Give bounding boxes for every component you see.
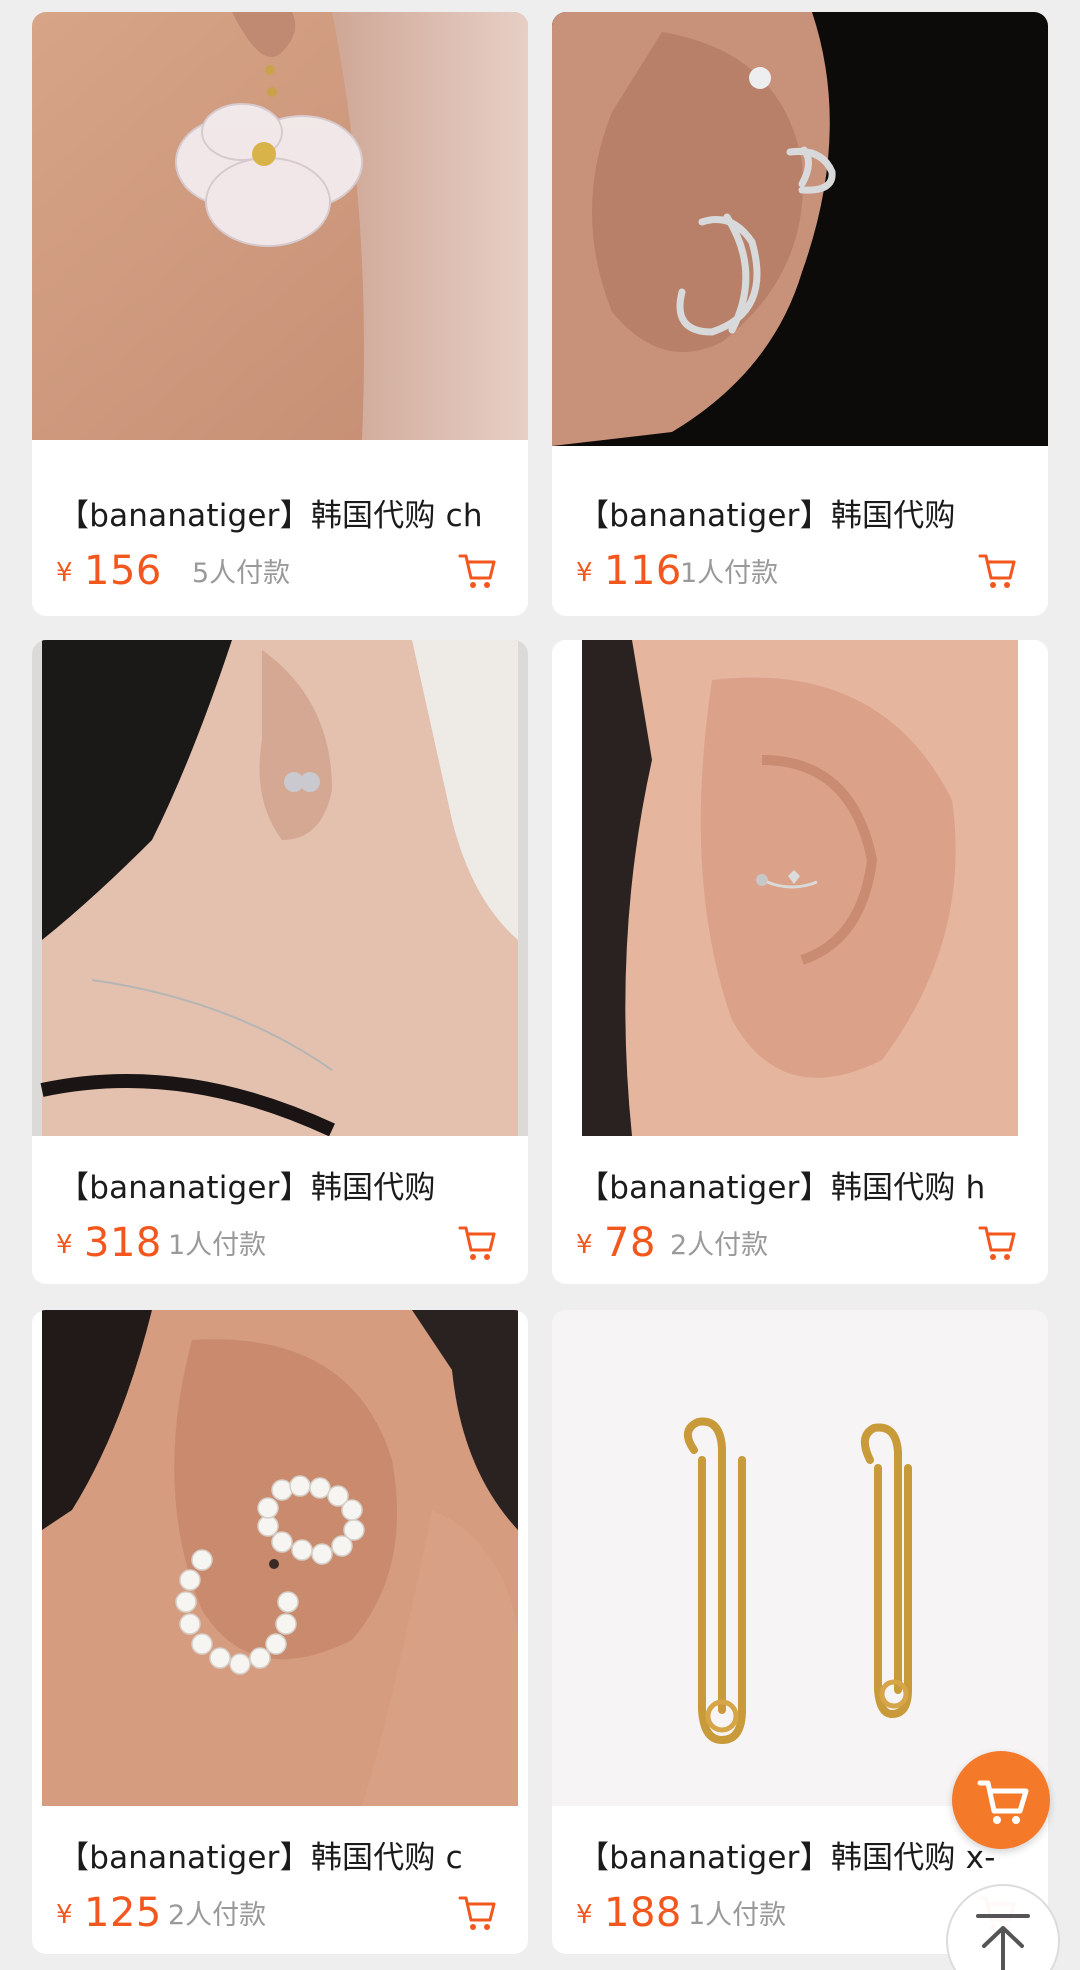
cart-icon[interactable] [976,550,1018,592]
product-image[interactable] [32,12,528,440]
price-row: ¥ 318 1人付款 [56,1216,508,1266]
price-row: ¥ 125 2人付款 [56,1886,508,1936]
currency-symbol: ¥ [576,1230,593,1260]
product-title[interactable]: 【bananatiger】韩国代购 c [58,1832,508,1877]
product-card[interactable]: 【bananatiger】韩国代购 ¥ 318 1人付款 [32,640,528,1284]
product-card[interactable]: 【bananatiger】韩国代购 ch ¥ 156 5人付款 [32,12,528,616]
product-title[interactable]: 【bananatiger】韩国代购 h [578,1162,1028,1207]
price-row: ¥ 78 2人付款 [576,1216,1028,1266]
product-image[interactable] [32,640,528,1136]
price-row: ¥ 156 5人付款 [56,544,508,594]
floating-cart-button[interactable] [952,1751,1050,1849]
sales-count: 2人付款 [670,1230,769,1261]
product-price: 125 [84,1890,162,1936]
currency-symbol: ¥ [56,1900,73,1930]
cart-icon[interactable] [976,1222,1018,1264]
shopping-cart-icon [977,1780,1029,1824]
back-to-top-button[interactable] [946,1884,1060,1970]
product-title[interactable]: 【bananatiger】韩国代购 ch [58,490,508,535]
sales-count: 1人付款 [680,558,779,589]
product-card[interactable]: 【bananatiger】韩国代购 c ¥ 125 2人付款 [32,1310,528,1954]
price-row: ¥ 116 1人付款 [576,544,1028,594]
product-title[interactable]: 【bananatiger】韩国代购 [58,1162,508,1207]
sales-count: 1人付款 [168,1230,267,1261]
product-price: 116 [604,548,682,594]
currency-symbol: ¥ [576,558,593,588]
product-price: 318 [84,1220,162,1266]
product-feed: 【bananatiger】韩国代购 ch ¥ 156 5人付款 【bananat… [0,0,1080,1970]
sales-count: 2人付款 [168,1900,267,1931]
product-image[interactable] [552,640,1048,1136]
cart-icon[interactable] [456,550,498,592]
currency-symbol: ¥ [56,558,73,588]
product-price: 78 [604,1220,656,1266]
product-image[interactable] [32,1310,528,1806]
product-card[interactable]: 【bananatiger】韩国代购 h ¥ 78 2人付款 [552,640,1048,1284]
product-card[interactable]: 【bananatiger】韩国代购 x- ¥ 188 1人付款 [552,1310,1048,1954]
sales-count: 5人付款 [192,558,291,589]
currency-symbol: ¥ [576,1900,593,1930]
product-image[interactable] [552,12,1048,446]
product-price: 156 [84,548,162,594]
product-image[interactable] [552,1310,1048,1806]
product-title[interactable]: 【bananatiger】韩国代购 [578,490,1028,535]
currency-symbol: ¥ [56,1230,73,1260]
cart-icon[interactable] [456,1892,498,1934]
product-price: 188 [604,1890,682,1936]
product-card[interactable]: 【bananatiger】韩国代购 ¥ 116 1人付款 [552,12,1048,616]
arrow-up-icon [976,1914,1030,1970]
cart-icon[interactable] [456,1222,498,1264]
sales-count: 1人付款 [688,1900,787,1931]
